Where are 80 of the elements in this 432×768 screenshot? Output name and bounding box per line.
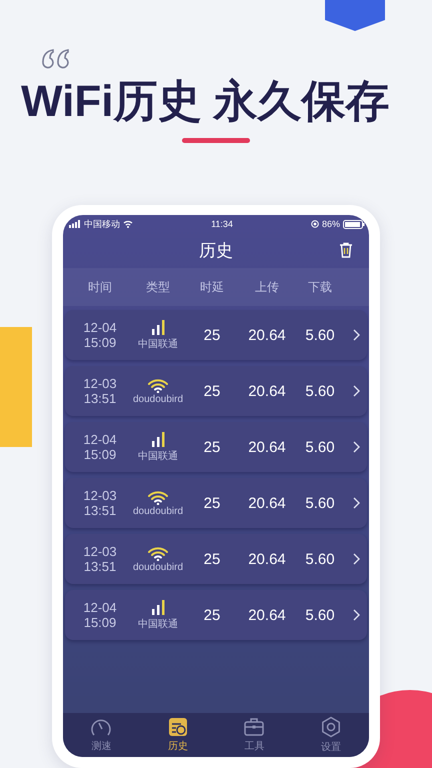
wifi-icon [147,378,169,392]
history-row[interactable]: 12-03 13:51 doudoubird 25 20.64 5.60 [65,366,367,416]
history-row[interactable]: 12-03 13:51 doudoubird 25 20.64 5.60 [65,534,367,584]
battery-icon [343,220,365,228]
wifi-status-icon [123,220,133,228]
time-text: 13:51 [84,503,116,518]
time-text: 15:09 [84,335,116,350]
chevron-icon [352,441,360,453]
toolbox-icon [243,717,266,737]
download-value: 5.60 [304,606,336,624]
chevron-icon [352,609,360,621]
quote-icon [41,48,71,70]
latency-value: 25 [202,382,222,400]
signal-icon [149,432,167,448]
time-text: 13:51 [84,391,116,406]
network-name: doudoubird [132,562,184,572]
latency-value: 25 [202,494,222,512]
history-icon [168,717,188,737]
network-name: 中国联通 [138,618,178,630]
column-header: 下载 [307,278,333,296]
download-value: 5.60 [304,326,336,344]
network-name: 中国联通 [138,338,178,350]
network-name: 中国联通 [138,450,178,462]
history-row[interactable]: 12-03 13:51 doudoubird 25 20.64 5.60 [65,478,367,528]
date-text: 12-04 [83,320,117,335]
trash-icon[interactable] [339,242,353,258]
column-header: 上传 [254,278,280,296]
headline: WiFi历史 永久保存 [21,76,391,128]
time-text: 13:51 [84,559,116,574]
wifi-icon [147,546,169,560]
speedometer-icon [90,717,112,737]
upload-value: 20.64 [247,382,287,400]
battery-percent: 86% [322,219,340,229]
tab-item[interactable]: 设置 [292,713,369,757]
settings-icon [320,716,342,738]
time-text: 15:09 [84,447,116,462]
chevron-icon [352,329,360,341]
chevron-icon [352,497,360,509]
time-text: 15:09 [84,615,116,630]
history-row[interactable]: 12-04 15:09 中国联通 25 20.64 5.60 [65,310,367,360]
tab-item[interactable]: 测速 [63,713,140,757]
signal-icon [149,600,167,616]
clock-time: 11:34 [210,219,234,229]
chevron-icon [352,385,360,397]
latency-value: 25 [202,326,222,344]
wifi-icon [147,490,169,504]
rotation-lock-icon [310,220,319,228]
download-value: 5.60 [304,438,336,456]
tab-item[interactable]: 历史 [140,713,216,757]
download-value: 5.60 [304,382,336,400]
upload-value: 20.64 [247,550,287,568]
corner-tab-shape [325,0,385,31]
column-header: 类型 [145,278,171,296]
tab-item[interactable]: 工具 [216,713,292,757]
upload-value: 20.64 [247,494,287,512]
signal-icon [149,320,167,336]
cell-signal-icon [69,220,81,228]
column-header: 时间 [87,278,113,296]
latency-value: 25 [202,438,222,456]
history-row[interactable]: 12-04 15:09 中国联通 25 20.64 5.60 [65,590,367,640]
download-value: 5.60 [304,550,336,568]
history-row[interactable]: 12-04 15:09 中国联通 25 20.64 5.60 [65,422,367,472]
upload-value: 20.64 [247,438,287,456]
carrier-name: 中国移动 [84,218,120,230]
headline-underline [182,138,250,143]
screen-title: 历史 [199,240,233,262]
upload-value: 20.64 [247,326,287,344]
network-name: doudoubird [132,506,184,516]
network-name: doudoubird [132,394,184,404]
column-header: 时延 [199,278,225,296]
latency-value: 25 [202,550,222,568]
chevron-icon [352,553,360,565]
upload-value: 20.64 [247,606,287,624]
date-text: 12-04 [83,432,117,447]
latency-value: 25 [202,606,222,624]
date-text: 12-03 [83,376,117,391]
date-text: 12-04 [83,600,117,615]
download-value: 5.60 [304,494,336,512]
date-text: 12-03 [83,488,117,503]
date-text: 12-03 [83,544,117,559]
